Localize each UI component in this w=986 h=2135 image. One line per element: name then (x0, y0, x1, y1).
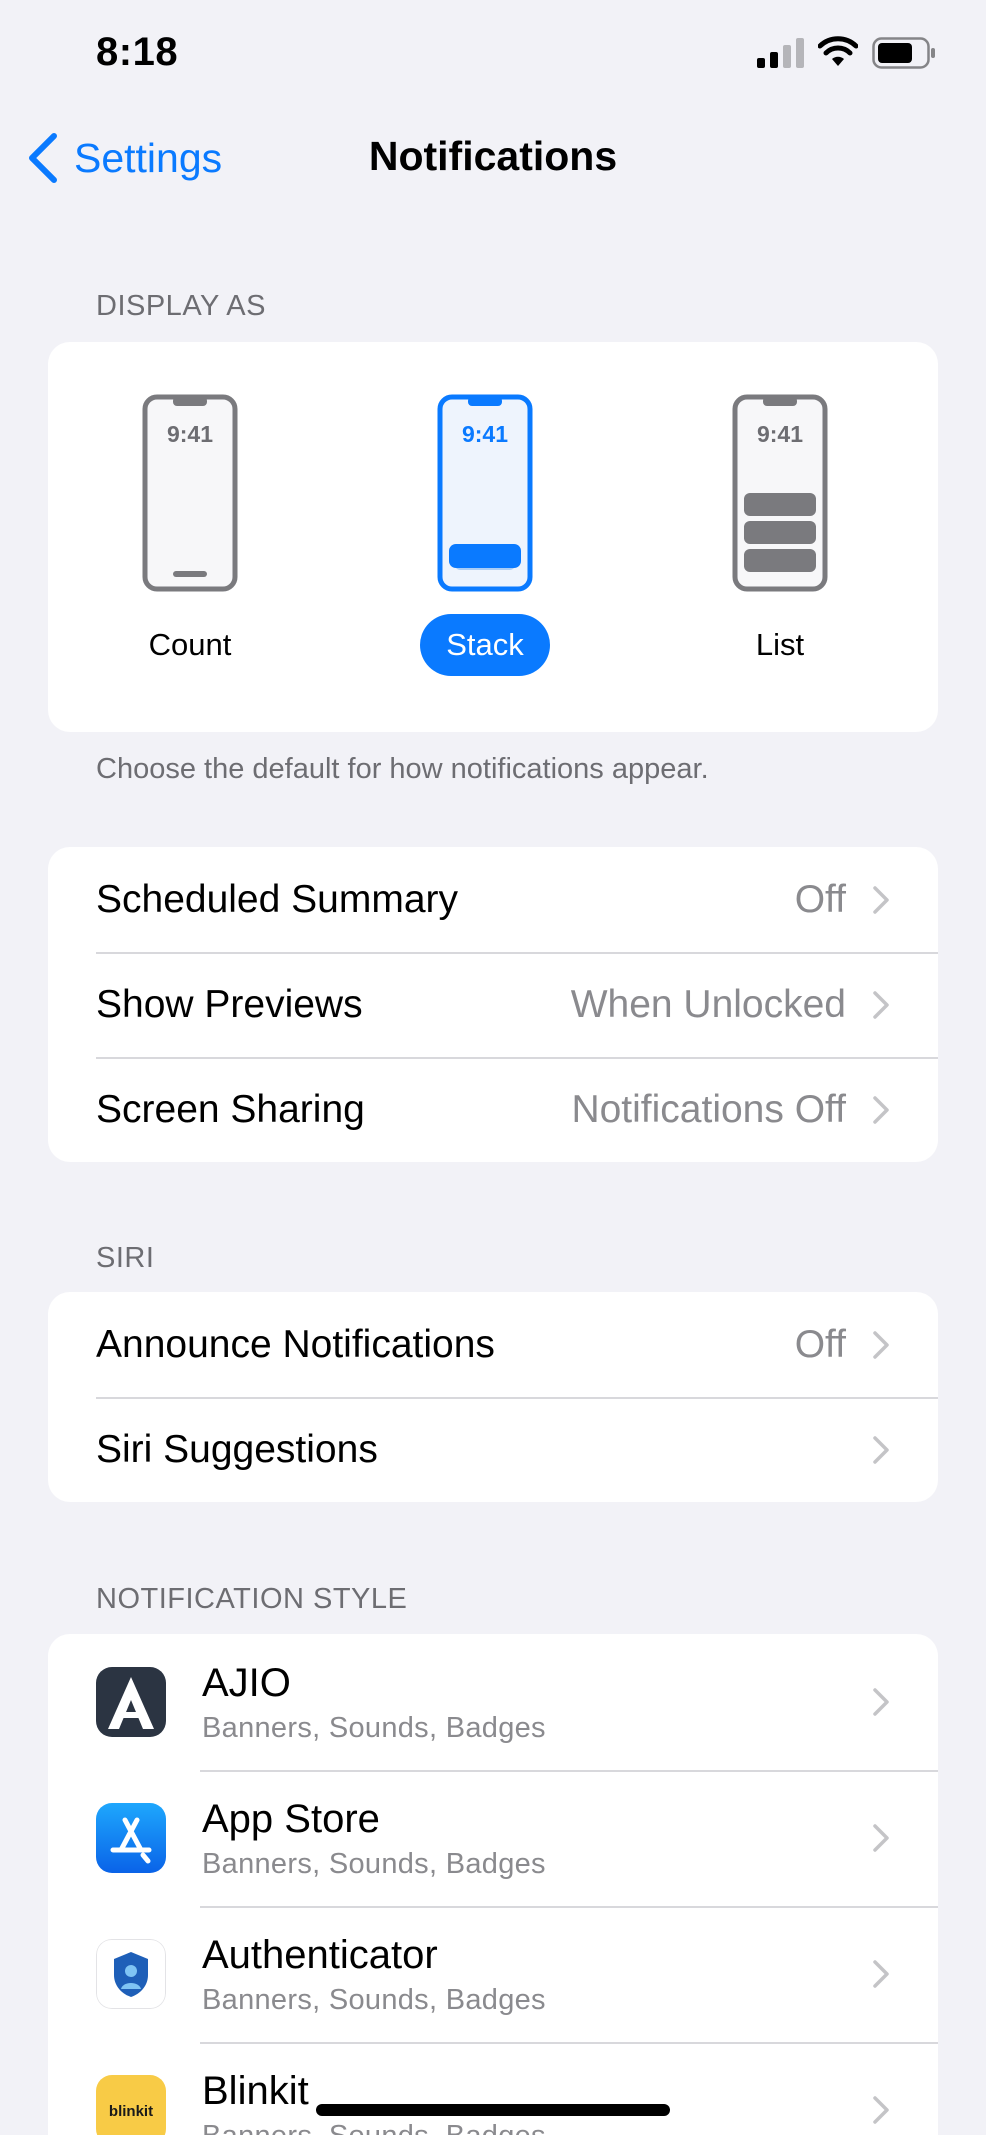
notification-style-card: AJIO Banners, Sounds, Badges App Store B… (48, 1634, 938, 2135)
row-label: Announce Notifications (96, 1322, 495, 1366)
app-detail: Banners, Sounds, Badges (202, 1711, 546, 1744)
blinkit-icon-text: blinkit (109, 2103, 153, 2120)
row-value: Notifications Off (571, 1087, 846, 1131)
list-phone-time: 9:41 (757, 421, 803, 447)
row-label: Screen Sharing (96, 1087, 365, 1131)
display-option-list[interactable]: 9:41 List (700, 342, 860, 732)
scheduled-summary-row[interactable]: Scheduled Summary Off (48, 847, 938, 952)
row-value: Off (794, 1322, 846, 1366)
siri-card: Announce Notifications Off Siri Suggesti… (48, 1292, 938, 1502)
general-settings-card: Scheduled Summary Off Show Previews When… (48, 847, 938, 1162)
display-option-stack[interactable]: 9:41 Stack (405, 342, 565, 732)
row-label: Show Previews (96, 982, 363, 1026)
count-phone-time: 9:41 (167, 421, 213, 447)
blinkit-app-icon: blinkit (96, 2075, 166, 2135)
row-label: Scheduled Summary (96, 877, 459, 921)
row-label: Siri Suggestions (96, 1427, 378, 1471)
app-row-authenticator[interactable]: Authenticator Banners, Sounds, Badges (48, 1906, 938, 2042)
home-indicator[interactable] (316, 2104, 670, 2116)
display-as-card: 9:41 Count 9:41 Stack 9:41 List (48, 342, 938, 732)
status-time: 8:18 (96, 30, 179, 74)
chevron-right-icon (873, 990, 889, 1019)
display-as-header: DISPLAY AS (96, 290, 266, 322)
stack-phone-icon: 9:41 (437, 394, 533, 592)
list-phone-icon: 9:41 (732, 394, 828, 592)
app-row-app-store[interactable]: App Store Banners, Sounds, Badges (48, 1770, 938, 1906)
chevron-right-icon (873, 1688, 889, 1716)
announce-notifications-row[interactable]: Announce Notifications Off (48, 1292, 938, 1397)
stack-phone-time: 9:41 (462, 421, 508, 447)
authenticator-app-icon (96, 1939, 166, 2009)
battery-icon (872, 37, 935, 69)
notification-style-header: NOTIFICATION STYLE (96, 1583, 408, 1615)
app-name: App Store (202, 1796, 380, 1841)
app-store-app-icon (96, 1803, 166, 1873)
chevron-right-icon (873, 1095, 889, 1124)
app-row-blinkit[interactable]: blinkit Blinkit Banners, Sounds, Badges (48, 2042, 938, 2135)
display-label-count: Count (148, 627, 232, 662)
display-as-footer: Choose the default for how notifications… (96, 753, 709, 785)
chevron-right-icon (873, 1824, 889, 1852)
app-detail: Banners, Sounds, Badges (202, 1983, 546, 2016)
show-previews-row[interactable]: Show Previews When Unlocked (48, 952, 938, 1057)
siri-suggestions-row[interactable]: Siri Suggestions (48, 1397, 938, 1502)
chevron-right-icon (873, 1330, 889, 1359)
chevron-right-icon (873, 1960, 889, 1988)
app-detail: Banners, Sounds, Badges (202, 1847, 546, 1880)
display-label-list: List (755, 627, 805, 662)
siri-header: SIRI (96, 1242, 155, 1274)
page-title: Notifications (368, 133, 618, 179)
chevron-right-icon (873, 885, 889, 914)
display-label-stack: Stack (420, 614, 550, 676)
app-row-ajio[interactable]: AJIO Banners, Sounds, Badges (48, 1634, 938, 1770)
screen-sharing-row[interactable]: Screen Sharing Notifications Off (48, 1057, 938, 1162)
status-bar: 8:18 (0, 0, 986, 110)
display-option-count[interactable]: 9:41 Count (110, 342, 270, 732)
ajio-app-icon (96, 1667, 166, 1737)
app-name: Authenticator (202, 1932, 438, 1977)
count-phone-icon: 9:41 (142, 394, 238, 592)
row-value: When Unlocked (570, 982, 846, 1026)
app-detail: Banners, Sounds, Badges (202, 2120, 872, 2135)
app-name: AJIO (202, 1660, 291, 1705)
cellular-signal-icon (757, 38, 804, 68)
chevron-right-icon (873, 2096, 889, 2124)
wifi-icon (818, 36, 858, 66)
chevron-right-icon (873, 1435, 889, 1464)
row-value: Off (794, 877, 846, 921)
